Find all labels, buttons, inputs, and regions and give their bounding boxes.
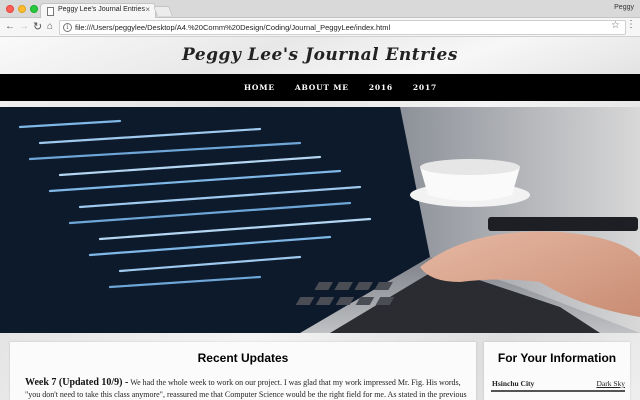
hero-image [0, 107, 640, 333]
browser-menu-icon[interactable]: ⋮ [626, 19, 636, 30]
bookmark-star-icon[interactable]: ☆ [611, 20, 620, 31]
site-header: Peggy Lee's Journal Entries [0, 37, 640, 74]
address-bar[interactable]: i file:///Users/peggylee/Desktop/A4.%20C… [59, 20, 626, 35]
info-icon[interactable]: i [63, 23, 72, 32]
browser-tab-bar: Peggy Lee's Journal Entries × Peggy [0, 0, 640, 19]
recent-updates-card: Recent Updates Week 7 (Updated 10/9) - W… [10, 342, 476, 400]
browser-toolbar: ← → ↻ ⌂ i file:///Users/peggylee/Desktop… [0, 18, 640, 37]
journal-entry: Week 7 (Updated 10/9) - We had the whole… [25, 377, 473, 400]
window-maximize-button[interactable] [30, 5, 38, 13]
browser-tab[interactable]: Peggy Lee's Journal Entries × [40, 3, 156, 19]
page-content: Peggy Lee's Journal Entries Home About M… [0, 37, 640, 400]
back-icon[interactable]: ← [5, 20, 15, 34]
site-title: Peggy Lee's Journal Entries [182, 45, 458, 65]
nav-home-link[interactable]: Home [244, 74, 275, 101]
nav-about-link[interactable]: About Me [295, 74, 349, 101]
nav-2017-link[interactable]: 2017 [413, 74, 437, 101]
city-name: Hsinchu City [492, 379, 535, 388]
url-text[interactable]: file:///Users/peggylee/Desktop/A4.%20Com… [75, 22, 390, 33]
entry-title: Week 7 (Updated 10/9) - [25, 377, 129, 388]
home-icon[interactable]: ⌂ [47, 20, 53, 34]
window-close-button[interactable] [6, 5, 14, 13]
dark-sky-link[interactable]: Dark Sky [596, 379, 625, 388]
info-sidebar: For Your Information Hsinchu City Dark S… [484, 342, 630, 400]
reload-icon[interactable]: ↻ [33, 20, 42, 34]
new-tab-button[interactable] [153, 6, 173, 16]
sidebar-heading: For Your Information [497, 351, 617, 365]
site-nav: Home About Me 2016 2017 [0, 74, 640, 101]
forward-icon[interactable]: → [19, 20, 29, 34]
page-icon [47, 7, 54, 16]
recent-updates-heading: Recent Updates [197, 351, 289, 365]
tab-close-icon[interactable]: × [145, 5, 150, 14]
window-minimize-button[interactable] [18, 5, 26, 13]
laptop-coding-photo [0, 107, 640, 333]
profile-name[interactable]: Peggy [614, 4, 634, 11]
weather-row: Hsinchu City Dark Sky [491, 379, 625, 392]
tab-title: Peggy Lee's Journal Entries [58, 6, 145, 13]
nav-2016-link[interactable]: 2016 [369, 74, 393, 101]
